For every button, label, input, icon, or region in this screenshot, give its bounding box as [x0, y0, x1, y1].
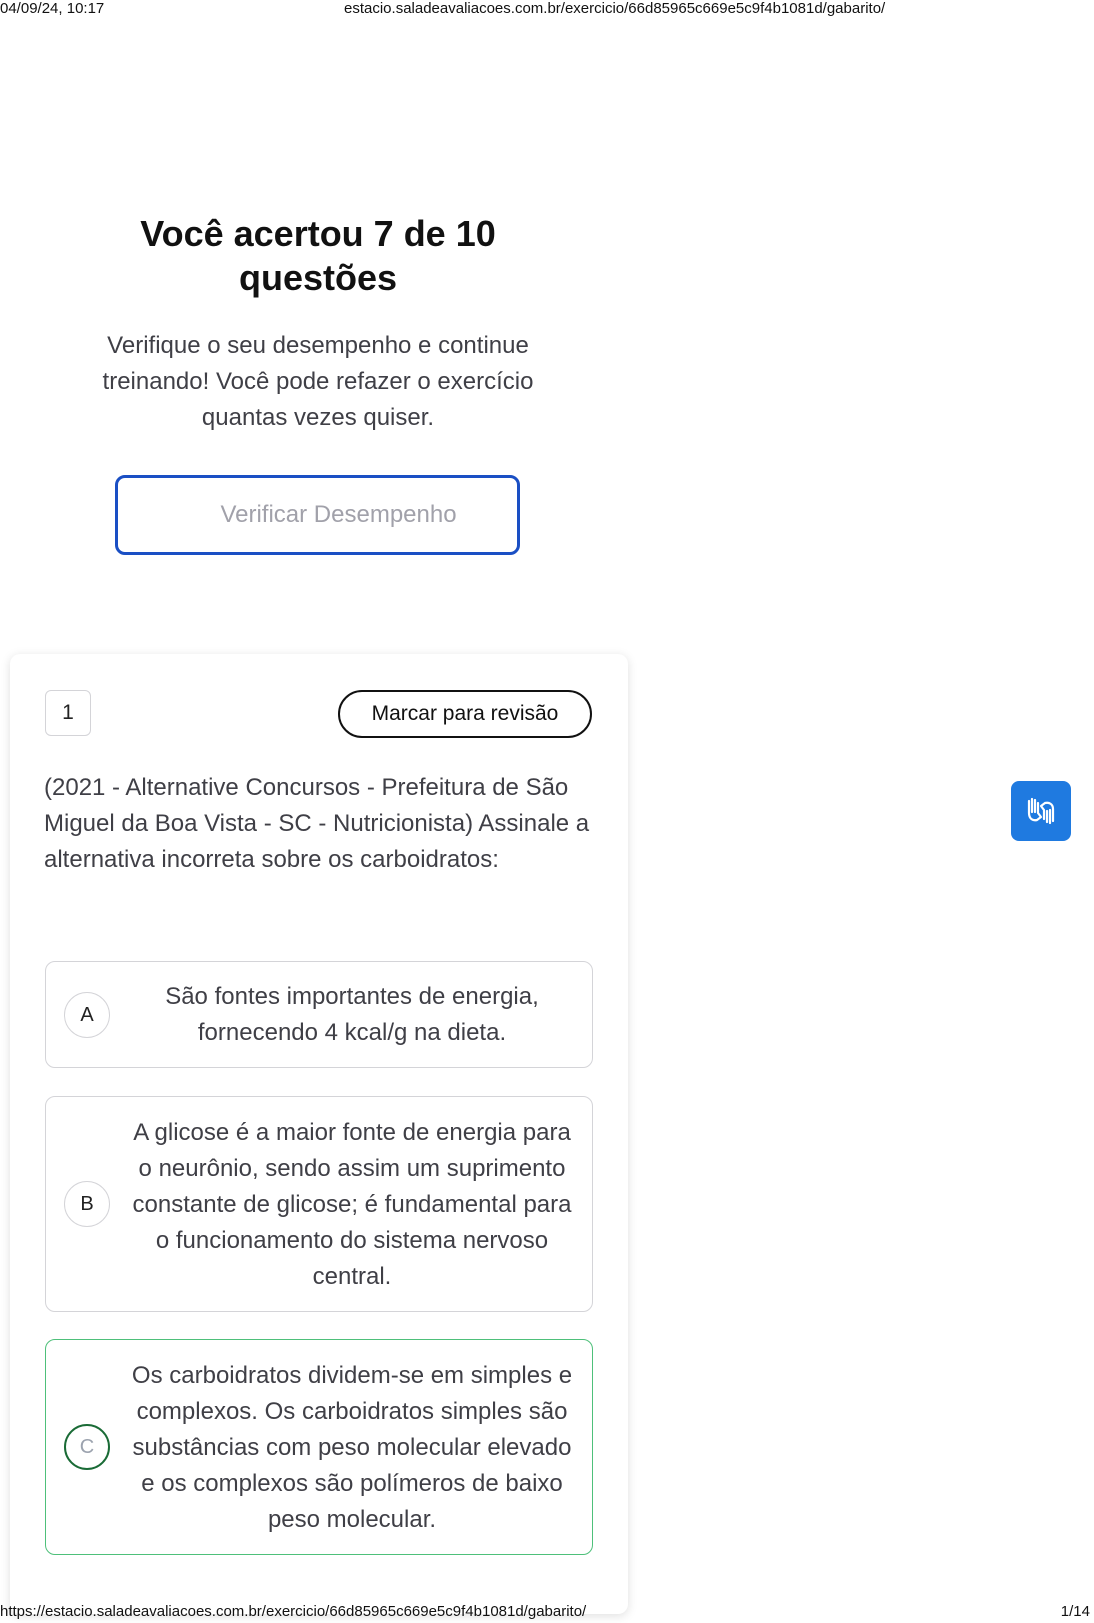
print-date: 04/09/24, 10:17 [0, 0, 105, 17]
option-text: São fontes importantes de energia, forne… [165, 983, 539, 1046]
result-subtitle: Verifique o seu desempenho e continue tr… [102, 332, 534, 431]
mark-for-review-button[interactable]: Marcar para revisão [338, 690, 592, 738]
print-footer-url: https://estacio.saladeavaliacoes.com.br/… [0, 1603, 587, 1620]
sign-language-hands-icon [1027, 797, 1055, 825]
question-card: 1 Marcar para revisão (2021 - Alternativ… [10, 654, 628, 1614]
option-letter: C [64, 1424, 110, 1470]
option-letter: A [64, 992, 110, 1038]
question-number: 1 [45, 690, 91, 736]
print-footer: https://estacio.saladeavaliacoes.com.br/… [0, 1601, 1094, 1623]
print-header: 04/09/24, 10:17 estacio.saladeavaliacoes… [0, 0, 1094, 20]
sign-language-button[interactable] [1011, 781, 1071, 841]
print-header-url: estacio.saladeavaliacoes.com.br/exercici… [344, 0, 886, 17]
option-letter: B [64, 1181, 110, 1227]
option-b[interactable]: B A glicose é a maior fonte de energia p… [45, 1096, 593, 1312]
option-c[interactable]: C Os carboidratos dividem-se em simples … [45, 1339, 593, 1555]
print-page-number: 1/14 [1060, 1603, 1090, 1620]
option-text: A glicose é a maior fonte de energia par… [132, 1119, 572, 1290]
question-text: (2021 - Alternative Concursos - Prefeitu… [44, 774, 590, 873]
option-text: Os carboidratos dividem-se em simples e … [131, 1362, 573, 1533]
result-title: Você acertou 7 de 10 questões [140, 213, 496, 298]
option-a[interactable]: A São fontes importantes de energia, for… [45, 961, 593, 1068]
verify-performance-button[interactable]: Verificar Desempenho [115, 475, 520, 555]
